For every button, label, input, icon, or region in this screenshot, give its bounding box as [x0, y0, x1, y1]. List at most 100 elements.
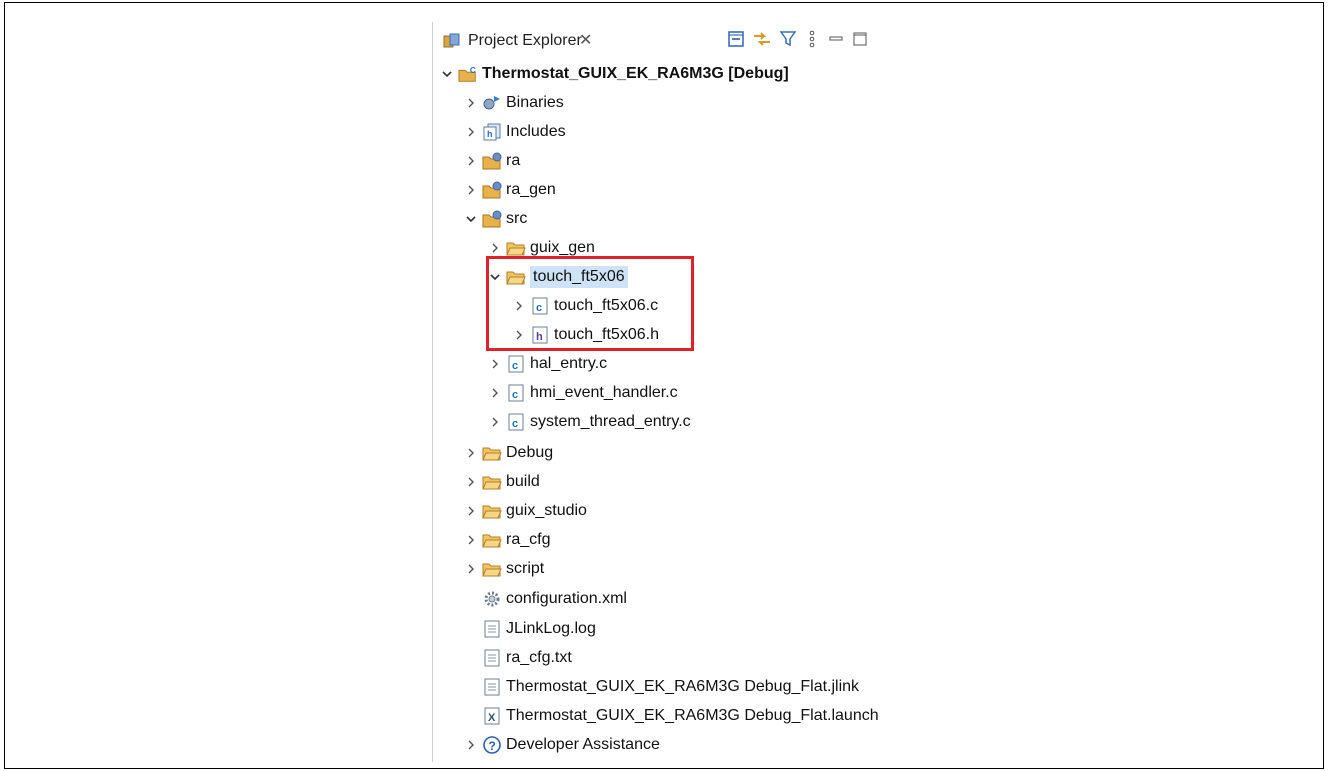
tree-item-label: Binaries: [506, 94, 564, 111]
tree-item-label: ra: [506, 152, 521, 169]
tree-item-flat-jlink[interactable]: Thermostat_GUIX_EK_RA6M3G Debug_Flat.jli…: [482, 673, 859, 701]
tree-item-ra[interactable]: ra: [464, 147, 520, 175]
tree-item-build[interactable]: build: [464, 468, 540, 496]
tree-item-script[interactable]: script: [464, 555, 544, 583]
tree-item-guix-studio[interactable]: guix_studio: [464, 497, 587, 525]
chevron-right-icon[interactable]: [464, 475, 478, 489]
folder-icon: [506, 268, 526, 286]
tree-item-ra-gen[interactable]: ra_gen: [464, 176, 556, 204]
xml-file-icon: X: [482, 707, 502, 725]
tree-item-hmi-event-handler[interactable]: c hmi_event_handler.c: [488, 379, 678, 407]
tree-item-label: Includes: [506, 123, 566, 140]
tree-item-ra-cfg-txt[interactable]: ra_cfg.txt: [482, 644, 572, 672]
tree-item-system-thread-entry[interactable]: c system_thread_entry.c: [488, 408, 691, 436]
tree-item-label: ra_cfg: [506, 531, 551, 548]
chevron-right-icon[interactable]: [464, 446, 478, 460]
svg-text:c: c: [512, 389, 518, 401]
tree-item-touch-c[interactable]: c touch_ft5x06.c: [512, 292, 658, 320]
tree-item-project[interactable]: C Thermostat_GUIX_EK_RA6M3G [Debug]: [440, 60, 789, 88]
tree-item-src[interactable]: src: [464, 205, 527, 233]
tree-item-label: touch_ft5x06.h: [554, 326, 659, 343]
tree-item-developer-assistance[interactable]: ? Developer Assistance: [464, 731, 660, 759]
folder-icon: [482, 502, 502, 520]
chevron-right-icon[interactable]: [464, 533, 478, 547]
tree-item-label: hal_entry.c: [530, 355, 608, 372]
text-file-icon: [482, 649, 502, 667]
project-explorer-icon: [443, 33, 461, 49]
tree-item-label: guix_gen: [530, 239, 595, 256]
chevron-down-icon[interactable]: [464, 212, 478, 226]
svg-text:c: c: [536, 302, 542, 314]
tree-item-includes[interactable]: h Includes: [464, 118, 566, 146]
source-folder-icon: [482, 181, 502, 199]
tree-item-label: Debug: [506, 444, 554, 461]
tree-item-jlinklog[interactable]: JLinkLog.log: [482, 615, 596, 643]
tree-item-touch-h[interactable]: h touch_ft5x06.h: [512, 321, 659, 349]
tree-item-ra-cfg[interactable]: ra_cfg: [464, 526, 550, 554]
chevron-right-icon[interactable]: [512, 328, 526, 342]
view-menu-icon[interactable]: [801, 28, 823, 50]
tree-item-hal-entry[interactable]: c hal_entry.c: [488, 350, 607, 378]
tree-item-label: Thermostat_GUIX_EK_RA6M3G [Debug]: [482, 65, 789, 82]
text-file-icon: [482, 620, 502, 638]
folder-icon: [482, 444, 502, 462]
chevron-right-icon[interactable]: [488, 386, 502, 400]
close-icon[interactable]: ✕: [579, 30, 592, 50]
tree-item-label: guix_studio: [506, 502, 587, 519]
svg-text:c: c: [512, 360, 518, 372]
svg-text:?: ?: [489, 739, 496, 753]
collapse-all-icon[interactable]: [725, 28, 747, 50]
svg-text:C: C: [470, 66, 476, 75]
tree-item-guix-gen[interactable]: guix_gen: [488, 234, 595, 262]
tree-item-label: Thermostat_GUIX_EK_RA6M3G Debug_Flat.lau…: [506, 707, 879, 724]
chevron-down-icon[interactable]: [488, 270, 502, 284]
c-file-icon: c: [530, 297, 550, 315]
source-folder-icon: [482, 210, 502, 228]
svg-text:c: c: [512, 418, 518, 430]
tree-item-configuration-xml[interactable]: configuration.xml: [482, 585, 627, 613]
tree-item-label: hmi_event_handler.c: [530, 384, 678, 401]
tree-item-label: system_thread_entry.c: [530, 413, 691, 430]
chevron-right-icon[interactable]: [488, 357, 502, 371]
chevron-right-icon[interactable]: [464, 125, 478, 139]
chevron-right-icon[interactable]: [464, 96, 478, 110]
tree-item-label: configuration.xml: [506, 590, 627, 607]
chevron-right-icon[interactable]: [464, 154, 478, 168]
tree-item-flat-launch[interactable]: X Thermostat_GUIX_EK_RA6M3G Debug_Flat.l…: [482, 702, 879, 730]
gear-file-icon: [482, 590, 502, 608]
folder-icon: [482, 560, 502, 578]
tree-item-label: Thermostat_GUIX_EK_RA6M3G Debug_Flat.jli…: [506, 678, 860, 695]
tree-item-label: JLinkLog.log: [506, 620, 596, 637]
tree-item-label: build: [506, 473, 540, 490]
svg-text:h: h: [536, 331, 543, 343]
link-with-editor-icon[interactable]: [751, 28, 773, 50]
svg-text:X: X: [488, 712, 496, 724]
chevron-right-icon[interactable]: [464, 183, 478, 197]
chevron-right-icon[interactable]: [464, 562, 478, 576]
tree-item-label-selected: touch_ft5x06: [530, 266, 628, 288]
tree-item-debug[interactable]: Debug: [464, 439, 553, 467]
tree-item-label: touch_ft5x06.c: [554, 297, 659, 314]
view-tab-bar: Project Explorer ✕: [433, 22, 903, 58]
chevron-right-icon[interactable]: [464, 504, 478, 518]
folder-icon: [506, 239, 526, 257]
chevron-right-icon[interactable]: [488, 241, 502, 255]
minimize-icon[interactable]: [825, 28, 847, 50]
tree-item-touch-ft5x06[interactable]: touch_ft5x06: [488, 263, 628, 291]
c-file-icon: c: [506, 355, 526, 373]
chevron-right-icon[interactable]: [488, 415, 502, 429]
maximize-icon[interactable]: [849, 28, 871, 50]
tab-project-explorer[interactable]: Project Explorer: [468, 32, 582, 50]
c-file-icon: c: [506, 413, 526, 431]
filter-icon[interactable]: [777, 28, 799, 50]
tree-item-label: script: [506, 560, 545, 577]
tree-item-binaries[interactable]: Binaries: [464, 89, 564, 117]
tree-item-label: src: [506, 210, 528, 227]
chevron-right-icon[interactable]: [464, 738, 478, 752]
c-file-icon: c: [506, 384, 526, 402]
help-icon: ?: [482, 736, 502, 754]
binaries-icon: [482, 94, 502, 112]
chevron-right-icon[interactable]: [512, 299, 526, 313]
chevron-down-icon[interactable]: [440, 67, 454, 81]
tree-item-label: ra_cfg.txt: [506, 649, 572, 666]
